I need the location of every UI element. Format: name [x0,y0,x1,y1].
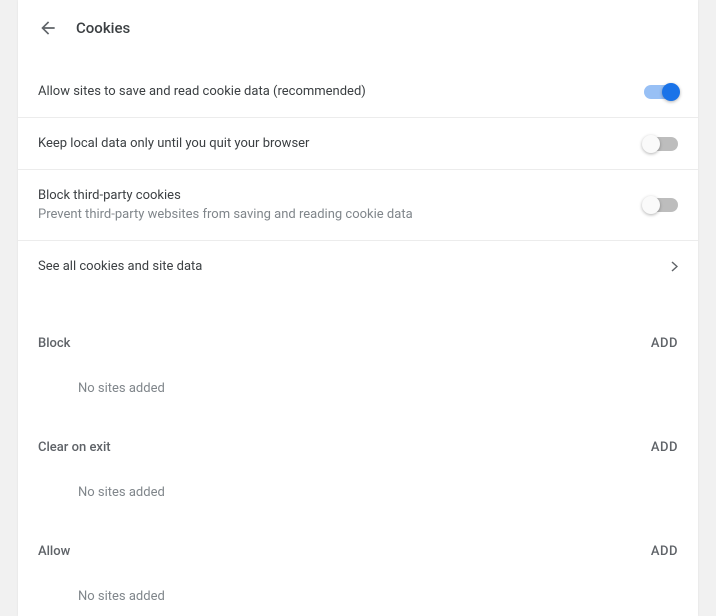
setting-title: Allow sites to save and read cookie data… [38,84,366,99]
empty-text: No sites added [38,559,678,604]
header: Cookies [18,0,698,56]
section-title: Allow [38,544,70,559]
section-title: Block [38,336,70,351]
setting-subtitle: Prevent third-party websites from saving… [38,207,413,222]
section-clear-on-exit: Clear on exit ADD No sites added [18,440,698,500]
add-clear-on-exit-button[interactable]: ADD [651,440,678,455]
empty-text: No sites added [38,351,678,396]
toggle-knob [642,135,660,153]
toggle-knob [662,83,680,101]
setting-title: Keep local data only until you quit your… [38,136,309,151]
add-block-button[interactable]: ADD [651,336,678,351]
empty-text: No sites added [38,455,678,500]
setting-keep-local-data: Keep local data only until you quit your… [18,118,698,170]
see-all-cookies-link[interactable]: See all cookies and site data [18,241,698,292]
page-title: Cookies [76,19,130,37]
section-block: Block ADD No sites added [18,336,698,396]
setting-allow-cookies: Allow sites to save and read cookie data… [18,56,698,118]
link-label: See all cookies and site data [38,259,202,274]
chevron-right-icon [670,261,678,273]
toggle-block-third-party[interactable] [644,198,678,212]
settings-panel: Cookies Allow sites to save and read coo… [18,0,698,616]
setting-block-third-party: Block third-party cookies Prevent third-… [18,170,698,241]
section-title: Clear on exit [38,440,111,455]
toggle-knob [642,196,660,214]
back-arrow-icon[interactable] [38,18,58,38]
add-allow-button[interactable]: ADD [651,544,678,559]
section-allow: Allow ADD No sites added [18,544,698,604]
setting-title: Block third-party cookies [38,188,413,203]
toggle-keep-local-data[interactable] [644,137,678,151]
toggle-allow-cookies[interactable] [644,85,678,99]
